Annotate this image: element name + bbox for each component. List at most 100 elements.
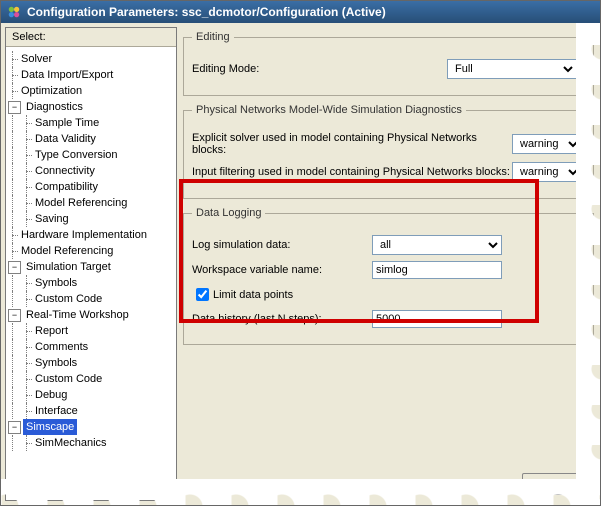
client-area: Select: SolverData Import/ExportOptimiza… [1, 23, 600, 505]
tree-item[interactable]: Report [8, 323, 176, 339]
tree-item[interactable]: Custom Code [8, 371, 176, 387]
tree-item-label: Hardware Implementation [18, 227, 150, 243]
limit-points-checkbox[interactable] [196, 288, 209, 301]
tree-item-label: Simscape [23, 419, 77, 435]
app-icon [7, 5, 21, 19]
tree-item[interactable]: Hardware Implementation [8, 227, 176, 243]
tree-item[interactable]: Connectivity [8, 163, 176, 179]
tree-connector [22, 403, 32, 419]
tree-connector [8, 243, 18, 259]
tree-item[interactable]: Model Referencing [8, 243, 176, 259]
tree-connector [22, 131, 32, 147]
tree-item[interactable]: −Simscape [8, 419, 176, 435]
tree-toggle-icon[interactable]: − [8, 101, 21, 114]
tree-item-label: Solver [18, 51, 55, 67]
tree-header: Select: [6, 28, 176, 47]
ok-button[interactable]: OK [522, 473, 586, 495]
tree-connector [8, 51, 18, 67]
tree-connector [22, 179, 32, 195]
tree-item[interactable]: −Simulation Target [8, 259, 176, 275]
explicit-solver-label: Explicit solver used in model containing… [192, 132, 512, 156]
tree-connector [22, 435, 32, 451]
titlebar: Configuration Parameters: ssc_dcmotor/Co… [1, 1, 600, 23]
editing-legend: Editing [192, 31, 234, 43]
tree-toggle-icon[interactable]: − [8, 421, 21, 434]
tree-item-label: Model Referencing [32, 195, 130, 211]
tree-connector [22, 211, 32, 227]
tree-connector [22, 387, 32, 403]
tree-connector [22, 371, 32, 387]
tree-item[interactable]: Model Referencing [8, 195, 176, 211]
tree-connector [22, 339, 32, 355]
tree-item[interactable]: Sample Time [8, 115, 176, 131]
tree-item[interactable]: Type Conversion [8, 147, 176, 163]
tree-item-label: Model Referencing [18, 243, 116, 259]
tree-item[interactable]: Comments [8, 339, 176, 355]
tree-connector [22, 115, 32, 131]
data-history-input[interactable] [372, 310, 502, 328]
tree-connector [22, 195, 32, 211]
physnet-group: Physical Networks Model-Wide Simulation … [183, 104, 594, 199]
tree-item-label: Real-Time Workshop [23, 307, 132, 323]
form-panel: Editing Editing Mode: Full Physical Netw… [181, 27, 596, 501]
data-history-label: Data history (last N steps): [192, 313, 372, 325]
tree[interactable]: SolverData Import/ExportOptimization−Dia… [6, 47, 176, 500]
input-filtering-select[interactable]: warning [512, 162, 582, 182]
tree-panel: Select: SolverData Import/ExportOptimiza… [5, 27, 177, 501]
tree-item-label: Debug [32, 387, 70, 403]
tree-item[interactable]: Symbols [8, 355, 176, 371]
tree-connector [22, 323, 32, 339]
tree-item-label: Data Validity [32, 131, 99, 147]
tree-item-label: Compatibility [32, 179, 101, 195]
tree-toggle-icon[interactable]: − [8, 309, 21, 322]
tree-connector [8, 227, 18, 243]
tree-item[interactable]: Optimization [8, 83, 176, 99]
ws-var-label: Workspace variable name: [192, 264, 372, 276]
tree-connector [8, 83, 18, 99]
tree-item-label: Diagnostics [23, 99, 86, 115]
tree-item[interactable]: Saving [8, 211, 176, 227]
tree-item[interactable]: SimMechanics [8, 435, 176, 451]
tree-item-label: Saving [32, 211, 72, 227]
datalog-group: Data Logging Log simulation data: all Wo… [183, 207, 594, 345]
tree-connector [22, 275, 32, 291]
tree-item-label: Connectivity [32, 163, 98, 179]
tree-item[interactable]: Data Validity [8, 131, 176, 147]
tree-item-label: Interface [32, 403, 81, 419]
config-window: Configuration Parameters: ssc_dcmotor/Co… [0, 0, 601, 506]
editing-mode-select[interactable]: Full [447, 59, 577, 79]
tree-item[interactable]: −Real-Time Workshop [8, 307, 176, 323]
tree-connector [22, 147, 32, 163]
tree-item-label: Sample Time [32, 115, 102, 131]
tree-item-label: Comments [32, 339, 91, 355]
tree-item[interactable]: Debug [8, 387, 176, 403]
tree-item-label: Type Conversion [32, 147, 121, 163]
tree-connector [22, 355, 32, 371]
editing-group: Editing Editing Mode: Full [183, 31, 594, 96]
limit-points-label[interactable]: Limit data points [213, 289, 293, 301]
tree-item-label: Data Import/Export [18, 67, 116, 83]
tree-connector [22, 163, 32, 179]
tree-item[interactable]: Solver [8, 51, 176, 67]
ws-var-input[interactable] [372, 261, 502, 279]
tree-connector [8, 67, 18, 83]
tree-item[interactable]: Symbols [8, 275, 176, 291]
tree-item[interactable]: Custom Code [8, 291, 176, 307]
physnet-legend: Physical Networks Model-Wide Simulation … [192, 104, 466, 116]
editing-mode-label: Editing Mode: [192, 63, 447, 75]
explicit-solver-select[interactable]: warning [512, 134, 582, 154]
tree-item-label: Custom Code [32, 371, 105, 387]
window-title: Configuration Parameters: ssc_dcmotor/Co… [27, 5, 386, 19]
input-filtering-label: Input filtering used in model containing… [192, 166, 512, 178]
tree-item-label: SimMechanics [32, 435, 110, 451]
log-sim-select[interactable]: all [372, 235, 502, 255]
tree-item-label: Symbols [32, 355, 80, 371]
tree-item[interactable]: Data Import/Export [8, 67, 176, 83]
tree-toggle-icon[interactable]: − [8, 261, 21, 274]
log-sim-label: Log simulation data: [192, 239, 372, 251]
tree-item[interactable]: −Diagnostics [8, 99, 176, 115]
datalog-legend: Data Logging [192, 207, 265, 219]
tree-item-label: Report [32, 323, 71, 339]
tree-item[interactable]: Compatibility [8, 179, 176, 195]
tree-item[interactable]: Interface [8, 403, 176, 419]
